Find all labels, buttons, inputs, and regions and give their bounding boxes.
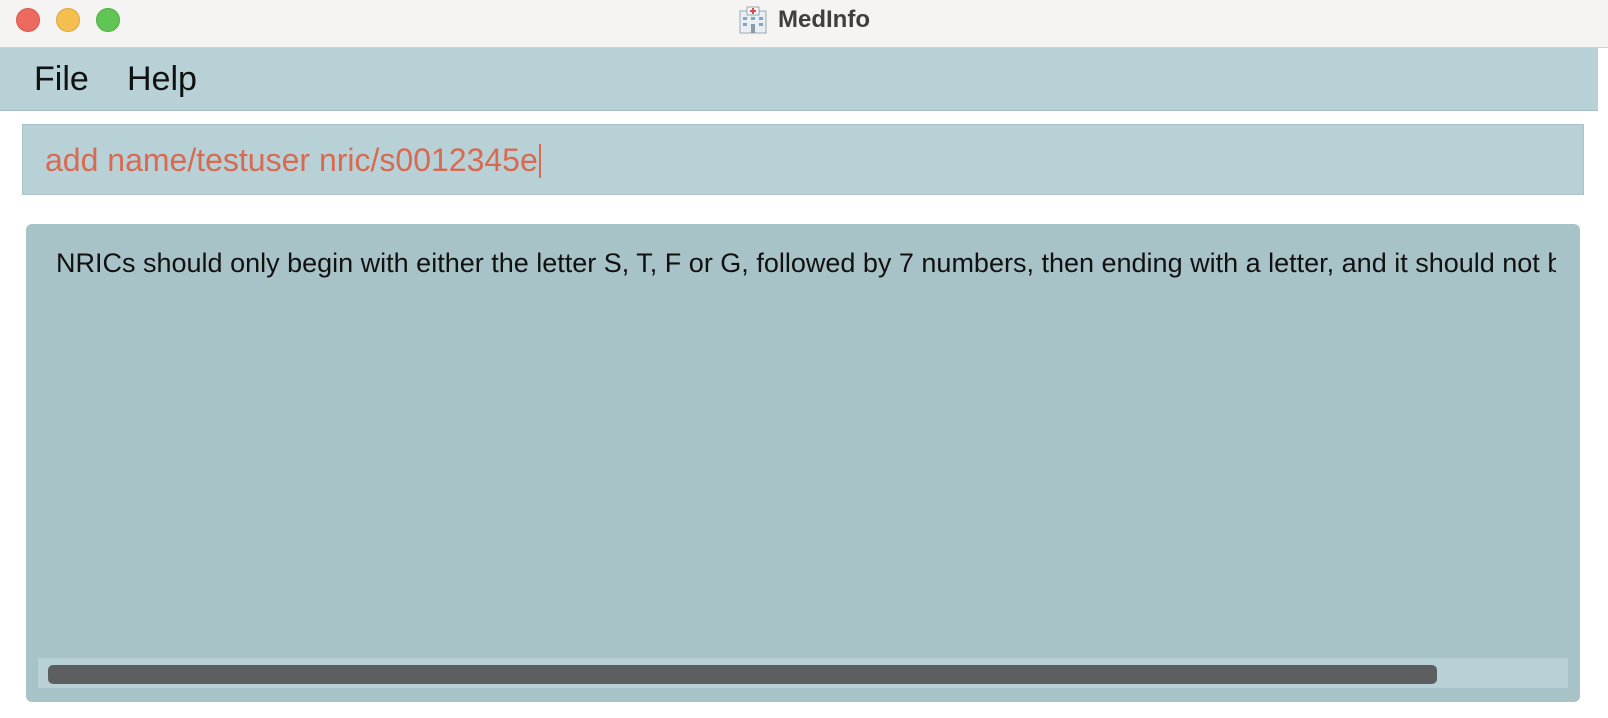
menu-file[interactable]: File [34,59,89,99]
title-bar[interactable]: MedInfo [0,0,1608,48]
window-right-edge [1598,48,1608,718]
window-title-group: MedInfo [0,0,1608,40]
text-caret [538,143,541,178]
result-display: NRICs should only begin with either the … [26,224,1580,702]
app-window: MedInfo File Help add name/testuser nric… [0,0,1608,718]
window-title: MedInfo [778,6,870,33]
command-input[interactable]: add name/testuser nric/s0012345e [45,138,541,182]
command-input-text: add name/testuser nric/s0012345e [45,142,538,178]
menu-bar: File Help [0,48,1608,111]
menu-help[interactable]: Help [127,59,197,99]
command-box[interactable]: add name/testuser nric/s0012345e [22,124,1584,195]
result-message: NRICs should only begin with either the … [56,248,1556,278]
hospital-icon [738,5,768,35]
horizontal-scrollbar[interactable] [38,658,1568,688]
scrollbar-thumb[interactable] [48,665,1437,684]
